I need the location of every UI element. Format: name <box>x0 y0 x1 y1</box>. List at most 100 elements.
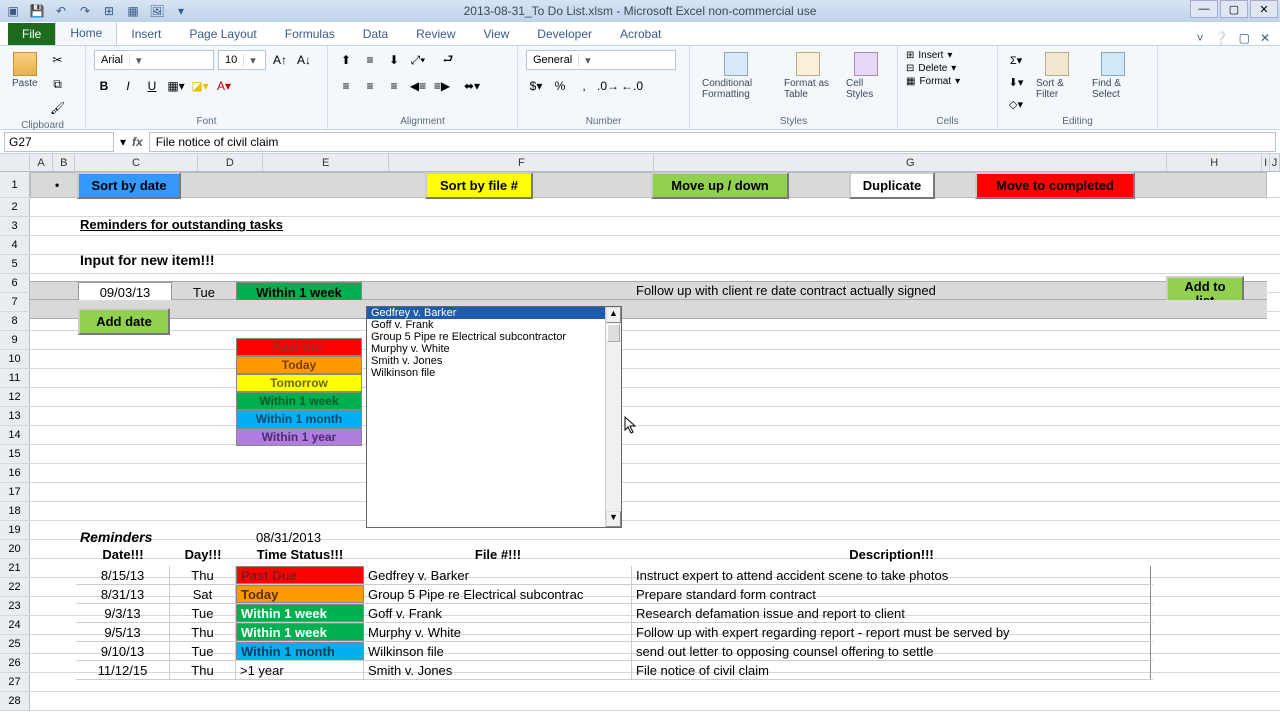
table-row[interactable]: 11/12/15Thu>1 yearSmith v. JonesFile not… <box>76 661 1153 680</box>
find-select-button[interactable]: Find & Select <box>1088 50 1138 102</box>
row-header[interactable]: 13 <box>0 407 30 425</box>
insert-cells-button[interactable]: ⊞ Insert ▾ <box>906 50 952 61</box>
currency-icon[interactable]: $▾ <box>526 76 546 96</box>
select-all[interactable] <box>0 154 30 171</box>
orientation-icon[interactable]: ⤢▾ <box>408 50 428 70</box>
increase-indent-icon[interactable]: ≡▶ <box>432 76 452 96</box>
number-format-combo[interactable]: General▾ <box>526 50 676 70</box>
cell-day[interactable]: Thu <box>170 623 236 641</box>
dropdown-item[interactable]: Smith v. Jones <box>367 355 605 367</box>
tab-home[interactable]: Home <box>55 21 117 45</box>
row-header[interactable]: 15 <box>0 445 30 463</box>
col-header-c[interactable]: C <box>75 154 198 171</box>
sort-by-date-button[interactable]: Sort by date <box>77 172 181 199</box>
cell-styles-button[interactable]: Cell Styles <box>842 50 890 102</box>
cell-status[interactable]: >1 year <box>236 661 364 679</box>
cell-file[interactable]: Murphy v. White <box>364 623 632 641</box>
cell-date[interactable]: 9/10/13 <box>76 642 170 660</box>
align-right-icon[interactable]: ≡ <box>384 76 404 96</box>
row-header[interactable]: 19 <box>0 521 30 539</box>
cell-desc[interactable]: Research defamation issue and report to … <box>632 604 1151 622</box>
delete-cells-button[interactable]: ⊟ Delete ▾ <box>906 63 956 74</box>
maximize-button[interactable]: ▢ <box>1220 0 1248 18</box>
row-header[interactable]: 2 <box>0 198 30 216</box>
conditional-formatting-button[interactable]: Conditional Formatting <box>698 50 774 102</box>
row-header[interactable]: 11 <box>0 369 30 387</box>
row-header[interactable]: 1 <box>0 172 30 197</box>
row-header[interactable]: 24 <box>0 616 30 634</box>
save-icon[interactable]: 💾 <box>28 2 46 20</box>
row-header[interactable]: 21 <box>0 559 30 577</box>
cut-icon[interactable]: ✂ <box>48 50 68 70</box>
dropdown-item[interactable]: Wilkinson file <box>367 367 605 379</box>
tab-formulas[interactable]: Formulas <box>271 23 349 45</box>
font-name-combo[interactable]: Arial▾ <box>94 50 214 70</box>
fill-icon[interactable]: ⬇▾ <box>1006 72 1026 92</box>
cell-desc[interactable]: Follow up with expert regarding report -… <box>632 623 1151 641</box>
italic-button[interactable]: I <box>118 76 138 96</box>
ribbon-minimize-icon[interactable]: ˅ <box>1197 31 1204 45</box>
underline-button[interactable]: U <box>142 76 162 96</box>
col-header-i[interactable]: I <box>1262 154 1270 171</box>
qat-icon-2[interactable]: ▦ <box>124 2 142 20</box>
tab-view[interactable]: View <box>470 23 524 45</box>
cell-date[interactable]: 9/5/13 <box>76 623 170 641</box>
input-description[interactable]: Follow up with client re date contract a… <box>636 283 936 298</box>
dropdown-scrollbar[interactable]: ▲ ▼ <box>605 307 621 527</box>
qat-icon-1[interactable]: ⊞ <box>100 2 118 20</box>
redo-icon[interactable]: ↷ <box>76 2 94 20</box>
table-row[interactable]: 8/15/13ThuPast DueGedfrey v. BarkerInstr… <box>76 566 1153 585</box>
row-header[interactable]: 16 <box>0 464 30 482</box>
table-row[interactable]: 9/5/13ThuWithin 1 weekMurphy v. WhiteFol… <box>76 623 1153 642</box>
cell-day[interactable]: Thu <box>170 661 236 679</box>
row-header[interactable]: 27 <box>0 673 30 691</box>
name-box[interactable]: G27 <box>4 132 114 152</box>
help-icon[interactable]: ❔ <box>1214 31 1229 45</box>
cell-file[interactable]: Group 5 Pipe re Electrical subcontrac <box>364 585 632 603</box>
table-row[interactable]: 8/31/13SatTodayGroup 5 Pipe re Electrica… <box>76 585 1153 604</box>
row-header[interactable]: 26 <box>0 654 30 672</box>
file-dropdown[interactable]: Gedfrey v. BarkerGoff v. FrankGroup 5 Pi… <box>366 306 622 528</box>
row-header[interactable]: 3 <box>0 217 30 235</box>
ribbon-icon[interactable]: ▢ <box>1239 31 1250 45</box>
duplicate-button[interactable]: Duplicate <box>849 172 935 199</box>
row-header[interactable]: 8 <box>0 312 30 330</box>
copy-icon[interactable]: ⧉ <box>48 74 68 94</box>
row-header[interactable]: 12 <box>0 388 30 406</box>
cell-status[interactable]: Today <box>236 585 364 603</box>
col-header-a[interactable]: A <box>30 154 54 171</box>
format-cells-button[interactable]: ▦ Format ▾ <box>906 76 960 87</box>
merge-center-icon[interactable]: ⬌▾ <box>456 76 488 96</box>
qat-more-icon[interactable]: ▾ <box>172 2 190 20</box>
row-header[interactable]: 6 <box>0 274 30 292</box>
row-header[interactable]: 9 <box>0 331 30 349</box>
align-middle-icon[interactable]: ≡ <box>360 50 380 70</box>
row-header[interactable]: 22 <box>0 578 30 596</box>
cell-date[interactable]: 11/12/15 <box>76 661 170 679</box>
align-top-icon[interactable]: ⬆ <box>336 50 356 70</box>
dropdown-item[interactable]: Goff v. Frank <box>367 319 605 331</box>
table-row[interactable]: 9/10/13TueWithin 1 monthWilkinson filese… <box>76 642 1153 661</box>
close-button[interactable]: ✕ <box>1250 0 1278 18</box>
col-header-h[interactable]: H <box>1167 154 1262 171</box>
cell-status[interactable]: Within 1 week <box>236 623 364 641</box>
undo-icon[interactable]: ↶ <box>52 2 70 20</box>
cell-file[interactable]: Smith v. Jones <box>364 661 632 679</box>
fill-color-icon[interactable]: ◪▾ <box>190 76 210 96</box>
format-as-table-button[interactable]: Format as Table <box>780 50 836 102</box>
dropdown-item[interactable]: Murphy v. White <box>367 343 605 355</box>
cell-file[interactable]: Goff v. Frank <box>364 604 632 622</box>
sort-filter-button[interactable]: Sort & Filter <box>1032 50 1082 102</box>
namebox-dropdown-icon[interactable]: ▾ <box>120 135 126 149</box>
cell-date[interactable]: 8/15/13 <box>76 566 170 584</box>
format-painter-icon[interactable]: 🖌 <box>48 98 68 118</box>
scroll-up-icon[interactable]: ▲ <box>606 307 621 323</box>
scroll-down-icon[interactable]: ▼ <box>606 511 621 527</box>
col-header-d[interactable]: D <box>198 154 263 171</box>
cell-day[interactable]: Sat <box>170 585 236 603</box>
cell-desc[interactable]: File notice of civil claim <box>632 661 1151 679</box>
font-color-icon[interactable]: A▾ <box>214 76 234 96</box>
qat-icon-3[interactable]: 🖼 <box>148 2 166 20</box>
move-to-completed-button[interactable]: Move to completed <box>975 172 1135 199</box>
clear-icon[interactable]: ◇▾ <box>1006 94 1026 114</box>
